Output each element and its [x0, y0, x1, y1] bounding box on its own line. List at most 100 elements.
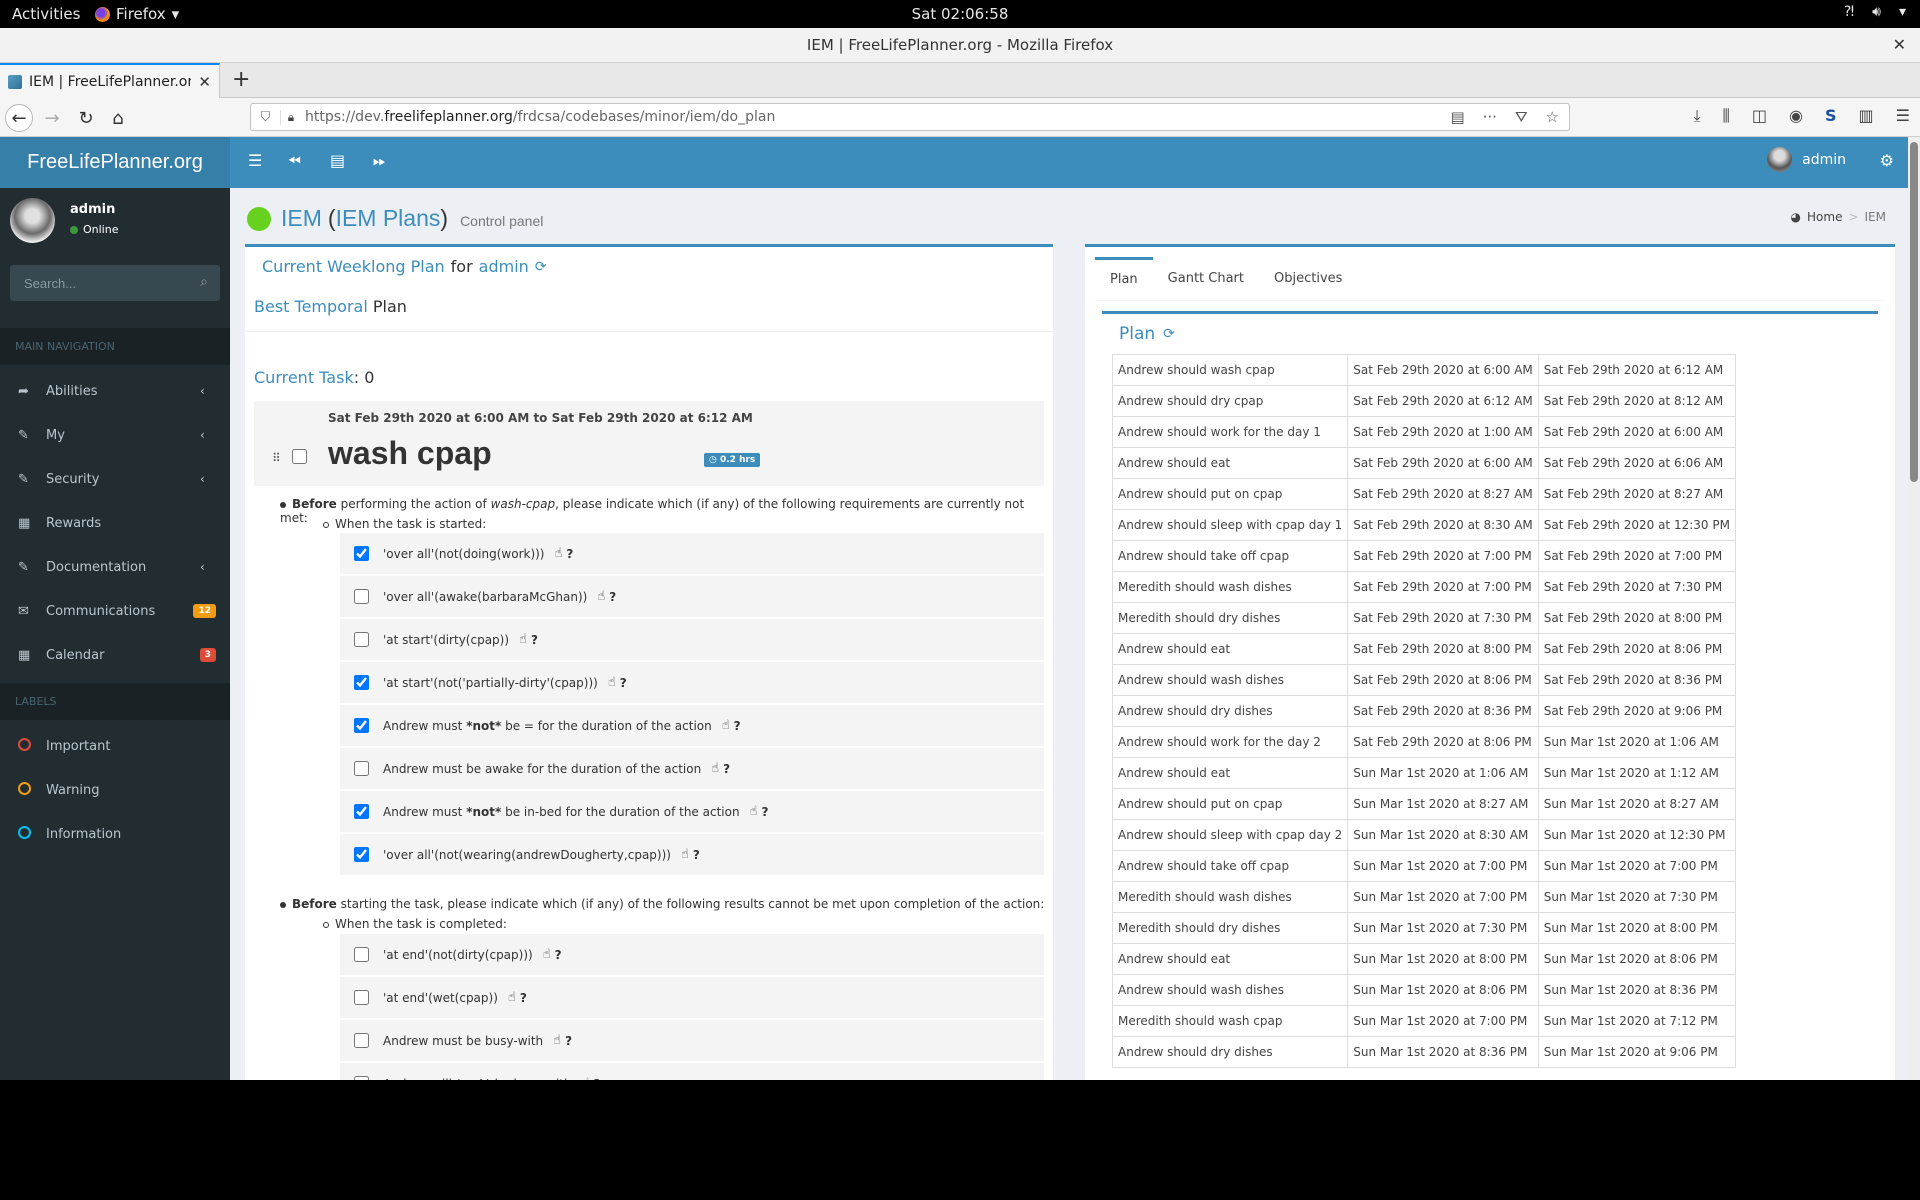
- share-icon: ➦: [18, 383, 29, 399]
- help-question-icon[interactable]: ?: [609, 590, 616, 604]
- reload-button[interactable]: ↻: [72, 104, 100, 132]
- sidebar-item-my[interactable]: ✎ My ‹: [0, 413, 230, 457]
- hand-icon[interactable]: ☝: [750, 804, 758, 819]
- hand-icon[interactable]: ☝: [543, 947, 551, 962]
- help-question-icon[interactable]: ?: [620, 676, 627, 690]
- condition-checkbox[interactable]: [354, 546, 369, 561]
- task-cell: Andrew should wash dishes: [1111, 664, 1349, 696]
- extension-trash-icon[interactable]: ▥: [1859, 106, 1874, 126]
- main-navigation-header: MAIN NAVIGATION: [0, 328, 230, 365]
- task-complete-checkbox[interactable]: [292, 449, 307, 464]
- tab-objectives[interactable]: Objectives: [1259, 257, 1357, 301]
- condition-checkbox[interactable]: [354, 589, 369, 604]
- clock[interactable]: Sat 02:06:58: [0, 5, 1920, 23]
- condition-checkbox[interactable]: [354, 804, 369, 819]
- tracking-shield-icon[interactable]: ⛉: [251, 109, 281, 125]
- scrollbar-thumb[interactable]: [1910, 142, 1918, 482]
- hand-icon[interactable]: ☝: [711, 761, 719, 776]
- help-question-icon[interactable]: ?: [555, 948, 562, 962]
- hand-icon[interactable]: ☝: [722, 718, 730, 733]
- hand-icon[interactable]: ☝: [681, 847, 689, 862]
- window-close-button[interactable]: ✕: [1893, 28, 1906, 62]
- condition-checkbox[interactable]: [354, 1033, 369, 1048]
- hand-icon[interactable]: ☝: [597, 589, 605, 604]
- help-question-icon[interactable]: ?: [734, 719, 741, 733]
- page-title-sub-link[interactable]: IEM Plans: [336, 205, 441, 232]
- new-tab-button[interactable]: +: [232, 67, 250, 92]
- help-question-icon[interactable]: ?: [693, 848, 700, 862]
- pocket-icon[interactable]: ⛛: [1515, 108, 1528, 126]
- condition-checkbox[interactable]: [354, 718, 369, 733]
- condition-checkbox[interactable]: [354, 990, 369, 1005]
- sidebar-item-calendar[interactable]: ▦ Calendar 3: [0, 633, 230, 677]
- sidebar-item-security[interactable]: ✎ Security ‹: [0, 457, 230, 501]
- condition-checkbox[interactable]: [354, 675, 369, 690]
- library-icon[interactable]: ⫼: [1723, 106, 1730, 126]
- refresh-icon[interactable]: ⟳: [535, 259, 547, 275]
- condition-checkbox[interactable]: [354, 947, 369, 962]
- tab-gantt-chart[interactable]: Gantt Chart: [1153, 257, 1259, 301]
- hand-icon[interactable]: ☝: [555, 546, 563, 561]
- sidebar-label-warning[interactable]: Warning: [0, 768, 230, 812]
- back-button[interactable]: ←: [5, 104, 33, 132]
- condition-checkbox[interactable]: [354, 632, 369, 647]
- help-question-icon[interactable]: ?: [565, 1034, 572, 1048]
- system-tray[interactable]: ⁈ 🔊︎ ▾: [1844, 4, 1906, 20]
- refresh-icon[interactable]: ⟳: [1163, 326, 1175, 342]
- drag-handle-icon[interactable]: ⠿: [272, 451, 281, 465]
- best-temporal-link[interactable]: Best Temporal: [254, 297, 368, 316]
- sidebar-item-documentation[interactable]: ✎ Documentation ‹: [0, 545, 230, 589]
- condition-text-pre: 'over all'(not(doing(work))): [383, 546, 545, 561]
- current-task-link[interactable]: Current Task: [254, 368, 354, 387]
- lock-icon[interactable]: 🔒︎: [281, 110, 301, 125]
- hand-icon[interactable]: ☝: [608, 675, 616, 690]
- breadcrumb-home[interactable]: Home: [1807, 210, 1842, 224]
- fast-forward-icon[interactable]: ⏩︎: [373, 151, 386, 171]
- list-icon[interactable]: ▤: [330, 151, 345, 170]
- hand-icon[interactable]: ☝: [553, 1033, 561, 1048]
- user-link[interactable]: admin: [479, 257, 529, 276]
- sidebar-toggle-icon[interactable]: ◫: [1752, 106, 1767, 126]
- hand-icon[interactable]: ☝: [508, 990, 516, 1005]
- page-actions-icon[interactable]: ···: [1483, 108, 1497, 126]
- page-title-link[interactable]: IEM: [281, 205, 322, 232]
- search-icon[interactable]: ⌕: [200, 274, 208, 290]
- app-logo[interactable]: FreeLifePlanner.org: [0, 137, 230, 188]
- sidebar-label-important[interactable]: Important: [0, 724, 230, 768]
- gears-icon[interactable]: ⚙: [1880, 151, 1894, 170]
- condition-checkbox[interactable]: [354, 847, 369, 862]
- reader-view-icon[interactable]: ▤: [1450, 108, 1464, 126]
- user-menu[interactable]: admin: [1767, 147, 1846, 172]
- extension-s-icon[interactable]: S: [1825, 106, 1837, 126]
- tab-close-icon[interactable]: ✕: [198, 73, 211, 91]
- condition-checkbox[interactable]: [354, 761, 369, 776]
- page-scrollbar[interactable]: [1908, 137, 1920, 1080]
- hamburger-menu-icon[interactable]: ☰: [1896, 106, 1910, 126]
- hand-icon[interactable]: ☝: [519, 632, 527, 647]
- downloads-icon[interactable]: ⤓: [1693, 106, 1700, 126]
- home-button[interactable]: ⌂: [104, 104, 132, 132]
- network-question-icon[interactable]: ⁈: [1844, 4, 1854, 20]
- bookmark-star-icon[interactable]: ☆: [1546, 108, 1559, 126]
- url-bar[interactable]: ⛉ 🔒︎ https://dev.freelifeplanner.org/frd…: [250, 103, 1570, 131]
- help-question-icon[interactable]: ?: [723, 762, 730, 776]
- url-text[interactable]: https://dev.freelifeplanner.org/frdcsa/c…: [301, 109, 1450, 125]
- help-question-icon[interactable]: ?: [531, 633, 538, 647]
- system-menu-caret-icon[interactable]: ▾: [1899, 4, 1906, 20]
- forward-button[interactable]: →: [38, 104, 66, 132]
- help-question-icon[interactable]: ?: [761, 805, 768, 819]
- current-weeklong-plan-link[interactable]: Current Weeklong Plan: [262, 257, 445, 276]
- sidebar-toggle-button[interactable]: ☰: [248, 151, 262, 170]
- sidebar-label-information[interactable]: Information: [0, 812, 230, 856]
- volume-icon[interactable]: 🔊︎: [1872, 4, 1881, 20]
- tab-plan[interactable]: Plan: [1095, 257, 1153, 301]
- sidebar-item-abilities[interactable]: ➦ Abilities ‹: [0, 369, 230, 413]
- sidebar-search-input[interactable]: [10, 265, 180, 301]
- sidebar-item-communications[interactable]: ✉ Communications 12: [0, 589, 230, 633]
- rewind-icon[interactable]: ⏪︎: [288, 151, 301, 171]
- sidebar-item-rewards[interactable]: ▦ Rewards: [0, 501, 230, 545]
- browser-tab-active[interactable]: IEM | FreeLifePlanner.org ✕: [0, 63, 220, 98]
- help-question-icon[interactable]: ?: [566, 547, 573, 561]
- account-icon[interactable]: ◉: [1789, 106, 1803, 126]
- help-question-icon[interactable]: ?: [520, 991, 527, 1005]
